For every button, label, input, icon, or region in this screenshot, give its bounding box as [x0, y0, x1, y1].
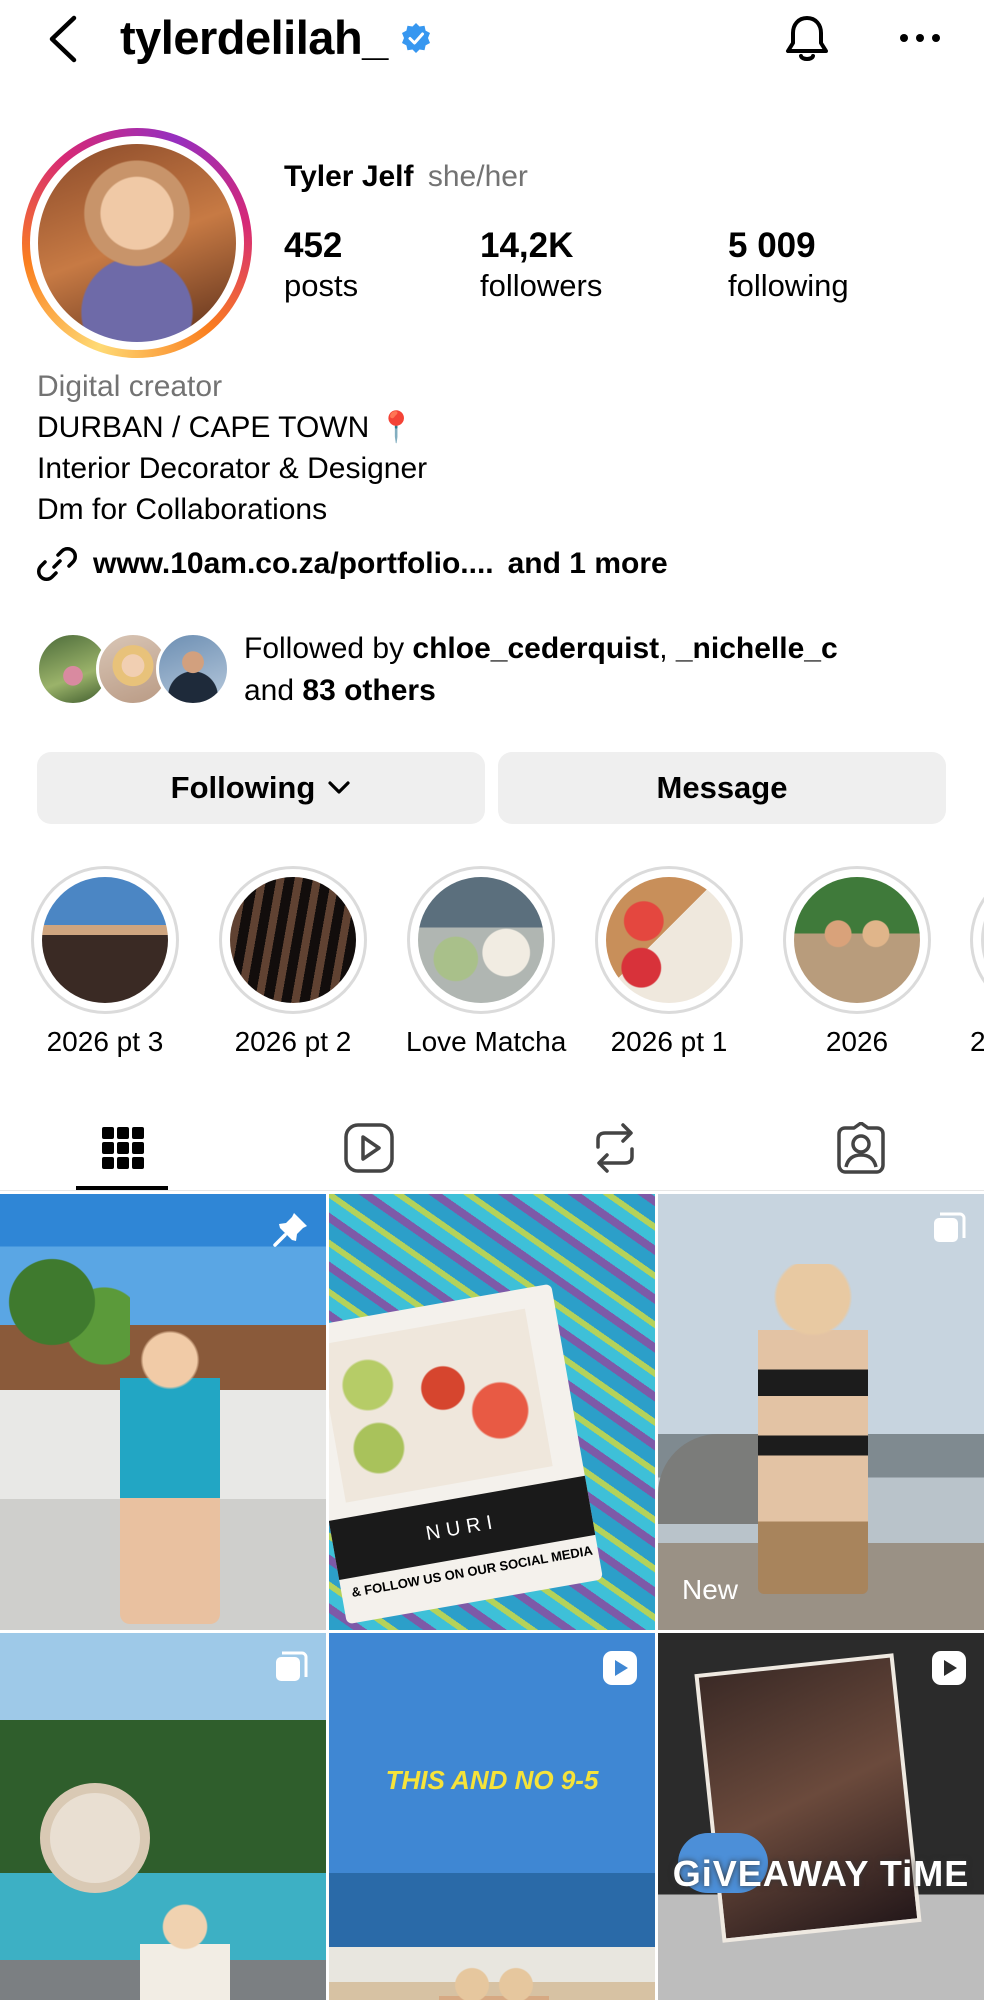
bio-link-url[interactable]: www.10am.co.za/portfolio....	[93, 547, 494, 581]
flyer-card	[694, 1653, 922, 1943]
people-figures	[439, 1963, 549, 2000]
new-label: New	[682, 1574, 739, 1605]
profile-pronouns: she/her	[427, 160, 528, 193]
bio-line-1: DURBAN / CAPE TOWN 📍	[37, 411, 415, 444]
highlight-cover	[794, 877, 920, 1003]
followers-stat[interactable]: 14,2K followers	[480, 226, 602, 306]
mutual-followers-avatars[interactable]	[36, 632, 232, 708]
posts-label: posts	[284, 268, 359, 303]
palm-foliage	[0, 1254, 130, 1374]
highlight-ring	[783, 866, 931, 1014]
following-button-label: Following	[170, 770, 316, 805]
ellipsis-icon[interactable]	[896, 26, 944, 50]
grid-post[interactable]: New	[658, 1194, 984, 1630]
highlight-label: 2026 pt 3	[46, 1026, 164, 1057]
bio-link-more[interactable]: and 1 more	[508, 547, 668, 581]
posts-count: 452	[284, 226, 343, 265]
bell-icon[interactable]	[780, 12, 834, 66]
highlight-label: 2026 pt 1	[610, 1026, 728, 1057]
grid-post[interactable]	[0, 1194, 326, 1630]
following-button[interactable]: Following	[37, 752, 485, 824]
grid-post[interactable]	[0, 1633, 326, 2000]
highlight-cover	[42, 877, 168, 1003]
highlight-cover	[230, 877, 356, 1003]
highlight-item[interactable]: 2026	[782, 866, 932, 1058]
highlight-cover	[418, 877, 544, 1003]
avatar	[156, 632, 230, 706]
highlight-item[interactable]: Love Matcha	[406, 866, 567, 1058]
message-button-label: Message	[656, 770, 788, 805]
grid-post[interactable]: NURI & FOLLOW US ON OUR SOCIAL MEDIA	[329, 1194, 655, 1630]
highlight-item[interactable]: 2026 pt 2	[218, 866, 368, 1058]
followed-by-separator: ,	[659, 632, 676, 665]
followers-count: 14,2K	[480, 226, 574, 265]
highlight-label: 2026	[825, 1026, 889, 1057]
post-caption: THIS AND NO 9-5	[385, 1765, 599, 1795]
mutual-user-2[interactable]: _nichelle_c	[676, 632, 838, 665]
repost-icon	[596, 1123, 634, 1173]
tabs-divider	[0, 1190, 984, 1191]
person-figure	[140, 1903, 230, 2000]
highlight-ring	[31, 866, 179, 1014]
grid-icon	[102, 1127, 144, 1169]
bio-link[interactable]: www.10am.co.za/portfolio.... and 1 more	[37, 544, 668, 584]
reels-icon	[344, 1123, 394, 1173]
followed-by-prefix: Followed by	[244, 632, 413, 665]
tab-reels[interactable]	[246, 1104, 492, 1192]
profile-name-row: Tyler Jelf she/her	[284, 160, 528, 194]
highlight-label: 2026 pt 2	[234, 1026, 352, 1057]
highlight-ring	[407, 866, 555, 1014]
person-figure	[758, 1264, 868, 1594]
sushi-box: NURI & FOLLOW US ON OUR SOCIAL MEDIA	[329, 1283, 604, 1625]
tab-posts[interactable]	[0, 1104, 246, 1192]
profile-avatar-story-ring[interactable]	[22, 128, 252, 358]
mutual-others-count[interactable]: 83 others	[302, 674, 435, 707]
sushi-tray	[329, 1308, 553, 1503]
highlight-ring	[595, 866, 743, 1014]
highlight-item[interactable]: 2	[970, 866, 984, 1058]
highlight-item[interactable]: 2026 pt 3	[30, 866, 180, 1058]
person-figure	[120, 1324, 220, 1624]
highlight-ring	[219, 866, 367, 1014]
reel-icon	[603, 1651, 637, 1685]
following-label: following	[728, 268, 849, 303]
chevron-down-icon	[328, 781, 350, 794]
followers-label: followers	[480, 268, 603, 303]
grid-post[interactable]: THIS AND NO 9-5	[329, 1633, 655, 2000]
followed-by-text[interactable]: Followed by chloe_cederquist, _nichelle_…	[244, 628, 944, 712]
top-bar: tylerdelilah_	[0, 0, 984, 80]
post-caption: GiVEAWAY TiME	[672, 1853, 970, 1894]
verified-badge-icon	[402, 23, 430, 53]
profile-name: Tyler Jelf	[284, 160, 414, 193]
chevron-left-icon[interactable]	[44, 14, 84, 64]
message-button[interactable]: Message	[498, 752, 946, 824]
posts-stat: 452 posts	[284, 226, 358, 306]
reel-icon	[932, 1651, 966, 1685]
bio-line-2: Interior Decorator & Designer	[37, 452, 428, 485]
carousel-icon	[934, 1212, 966, 1242]
highlight-ring	[970, 866, 984, 1014]
tagged-icon	[837, 1122, 885, 1174]
carousel-icon	[276, 1651, 308, 1681]
highlight-item[interactable]: 2026 pt 1	[594, 866, 744, 1058]
highlight-label: 2	[970, 1026, 984, 1057]
pin-icon	[273, 1213, 307, 1247]
profile-category: Digital creator	[37, 370, 223, 403]
round-sign	[40, 1783, 150, 1893]
highlight-label: Love Matcha	[406, 1026, 567, 1057]
profile-username: tylerdelilah_	[120, 11, 388, 64]
grid-post[interactable]: GiVEAWAY TiME	[658, 1633, 984, 2000]
avatar-frame	[30, 136, 244, 350]
tab-reposts[interactable]	[492, 1104, 738, 1192]
followed-by-and: and	[244, 674, 303, 707]
avatar	[38, 144, 236, 342]
bio-line-3: Dm for Collaborations	[37, 493, 328, 526]
link-icon	[37, 547, 77, 581]
highlight-cover	[606, 877, 732, 1003]
following-count: 5 009	[728, 226, 816, 265]
following-stat[interactable]: 5 009 following	[728, 226, 849, 306]
mutual-user-1[interactable]: chloe_cederquist	[412, 632, 659, 665]
tab-tagged[interactable]	[738, 1104, 984, 1192]
